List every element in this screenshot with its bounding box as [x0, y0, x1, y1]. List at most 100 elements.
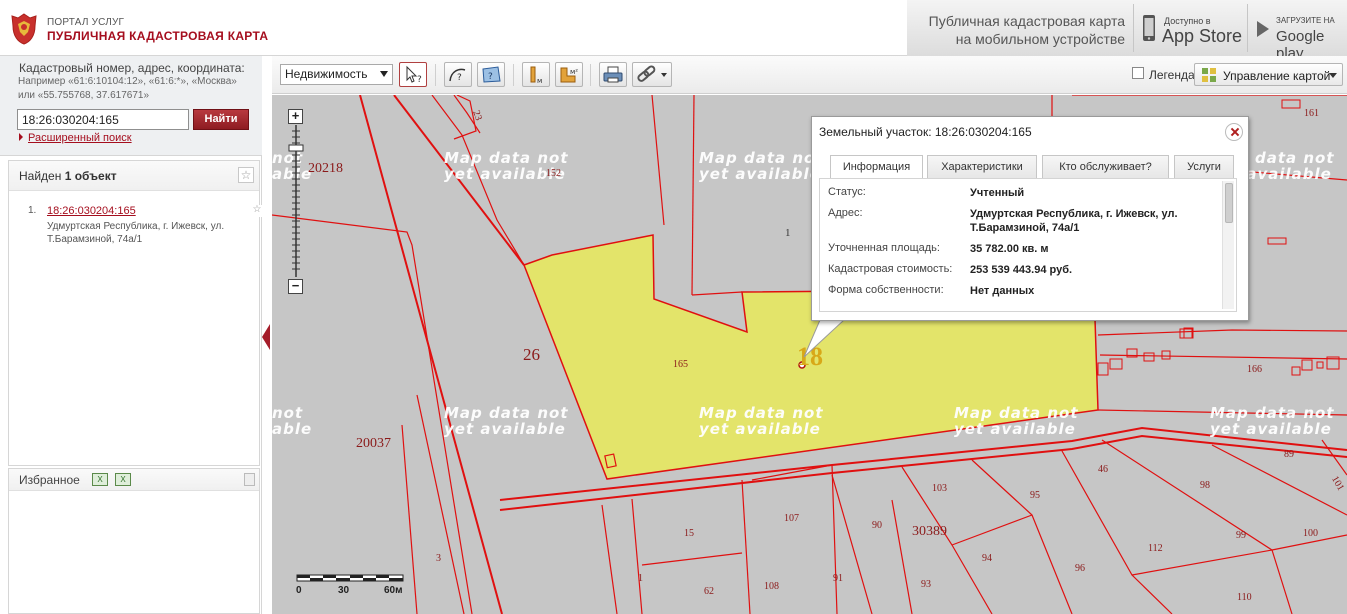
result-address: Удмуртская Республика, г. Ижевск, ул. Т.…	[47, 221, 225, 245]
scale-ruler	[296, 574, 404, 582]
googleplay-small-label: ЗАГРУЗИТЕ НА	[1276, 16, 1335, 25]
coat-of-arms-logo[interactable]	[8, 12, 40, 46]
printer-icon	[603, 66, 623, 83]
parcel-number[interactable]: 108	[764, 581, 779, 592]
info-value: Учтенный	[970, 187, 1025, 199]
legend-checkbox[interactable]	[1132, 67, 1144, 79]
tab-who-serves[interactable]: Кто обслуживает?	[1042, 155, 1169, 179]
parcel-number[interactable]: 96	[1075, 563, 1085, 574]
mobile-promo-text: Публичная кадастровая карта на мобильном…	[907, 12, 1125, 48]
parcel-number[interactable]: 62	[704, 586, 714, 597]
import-excel-icon[interactable]: X	[92, 473, 108, 486]
search-block: Кадастровый номер, адрес, координата: На…	[0, 56, 262, 156]
measure-length-button[interactable]: м	[522, 62, 550, 87]
popup-scrollbar[interactable]	[1222, 181, 1234, 309]
print-button[interactable]	[599, 62, 627, 87]
parcel-number[interactable]: 110	[1237, 592, 1252, 603]
info-label: Форма собственности:	[828, 284, 944, 296]
popup-info-body: Статус: Учтенный Адрес: Удмуртская Респу…	[819, 178, 1237, 312]
parcel-number[interactable]: 93	[921, 579, 931, 590]
scrollbar-thumb[interactable]	[1225, 183, 1233, 223]
map-nodata-label: Map data not yet available	[699, 149, 824, 183]
parcel-number[interactable]: 107	[784, 513, 799, 524]
area-select-button[interactable]: ?	[477, 62, 505, 87]
cadastral-map[interactable]: not able Map data not yet available Map …	[272, 95, 1347, 614]
parcel-number[interactable]: 165	[673, 359, 688, 370]
parcel-number[interactable]: 1	[638, 573, 643, 584]
caret-right-icon	[19, 133, 23, 141]
export-excel-icon[interactable]: X	[115, 473, 131, 486]
link-button[interactable]	[632, 62, 672, 87]
parcel-number[interactable]: 103	[932, 483, 947, 494]
appstore-big-label: App Store	[1162, 26, 1243, 46]
mobile-promo: Публичная кадастровая карта на мобильном…	[907, 0, 1347, 62]
ruler-area-icon: м²	[560, 67, 578, 83]
left-panel: Кадастровый номер, адрес, координата: На…	[0, 56, 263, 614]
tab-information[interactable]: Информация	[830, 155, 923, 180]
parcel-number[interactable]: 90	[872, 520, 882, 531]
tab-services[interactable]: Услуги	[1174, 155, 1234, 179]
parcel-number[interactable]: 94	[982, 553, 992, 564]
appstore-small-label: Доступно в	[1164, 16, 1211, 26]
play-icon	[1257, 21, 1269, 37]
map-management-label: Управление картой	[1223, 69, 1331, 83]
app-header: ПОРТАЛ УСЛУГ ПУБЛИЧНАЯ КАДАСТРОВАЯ КАРТА…	[0, 0, 1347, 62]
parcel-number[interactable]: 99	[1236, 530, 1246, 541]
parcel-number[interactable]: 112	[1148, 543, 1163, 554]
portal-title[interactable]: ПУБЛИЧНАЯ КАДАСТРОВАЯ КАРТА	[47, 29, 268, 43]
star-icon[interactable]: ☆	[238, 167, 254, 183]
phone-icon	[1143, 15, 1155, 41]
search-input[interactable]	[17, 109, 189, 130]
tab-characteristics[interactable]: Характеристики	[927, 155, 1037, 179]
parcel-number[interactable]: 3	[436, 553, 441, 564]
legend-label[interactable]: Легенда	[1149, 68, 1195, 82]
zoom-in-button[interactable]: +	[288, 109, 303, 124]
map-nodata-label: Map data not yet available	[1210, 404, 1335, 438]
toolbar-separator	[435, 64, 436, 86]
list-item[interactable]: 1. 18:26:030204:165 Удмуртская Республик…	[23, 205, 263, 251]
collapse-panel-handle[interactable]	[262, 324, 270, 350]
measure-area-button[interactable]: м²	[555, 62, 583, 87]
mobile-promo-line2: на мобильном устройстве	[955, 31, 1125, 47]
ruler-length-icon: м	[530, 66, 542, 85]
toolbar-separator	[513, 64, 514, 86]
parcel-number[interactable]: 26	[523, 345, 540, 365]
advanced-search-link[interactable]: Расширенный поиск	[19, 132, 132, 144]
parcel-number[interactable]: 91	[833, 573, 843, 584]
info-value: Удмуртская Республика, г. Ижевск, ул. Т.…	[970, 208, 1178, 234]
search-button[interactable]: Найти	[193, 109, 249, 130]
svg-text:?: ?	[457, 73, 462, 83]
close-icon[interactable]	[1225, 123, 1243, 141]
parcel-number[interactable]: 20037	[356, 436, 391, 452]
toolbar-separator	[590, 64, 591, 86]
result-link[interactable]: 18:26:030204:165	[47, 205, 136, 217]
parcel-number[interactable]: 152	[546, 168, 561, 179]
appstore-badge[interactable]: Доступно в App Store	[1133, 4, 1245, 52]
parcel-number[interactable]: 15	[684, 528, 694, 539]
parcel-number[interactable]: 1	[785, 227, 791, 239]
map-management-button[interactable]: Управление картой	[1194, 63, 1343, 86]
star-icon[interactable]: ☆	[251, 205, 263, 217]
favorites-header: Избранное X X	[9, 469, 259, 491]
parcel-number[interactable]: 20218	[308, 161, 343, 177]
parcel-number[interactable]: 166	[1247, 364, 1262, 375]
measure-tool-button[interactable]: ?	[444, 62, 472, 87]
zoom-slider[interactable]	[287, 125, 305, 277]
zoom-out-button[interactable]: −	[288, 279, 303, 294]
parcel-number[interactable]: 89	[1284, 449, 1294, 460]
trash-icon[interactable]	[244, 473, 255, 486]
cursor-question-icon: ?	[406, 65, 422, 85]
layer-select[interactable]: Недвижимость	[280, 64, 393, 85]
parcel-number[interactable]: 95	[1030, 490, 1040, 501]
block-number[interactable]: 18	[797, 342, 823, 372]
parcel-number[interactable]: 46	[1098, 464, 1108, 475]
curve-question-icon: ?	[449, 68, 466, 83]
polygon-question-icon: ?	[482, 66, 501, 83]
parcel-number[interactable]: 100	[1303, 528, 1318, 539]
parcel-number[interactable]: 98	[1200, 480, 1210, 491]
results-header: Найден 1 объект ☆	[9, 161, 259, 191]
parcel-number[interactable]: 161	[1304, 108, 1319, 119]
googleplay-badge[interactable]: ЗАГРУЗИТЕ НА Google play	[1247, 4, 1347, 62]
identify-tool-button[interactable]: ?	[399, 62, 427, 87]
parcel-number[interactable]: 30389	[912, 524, 947, 540]
